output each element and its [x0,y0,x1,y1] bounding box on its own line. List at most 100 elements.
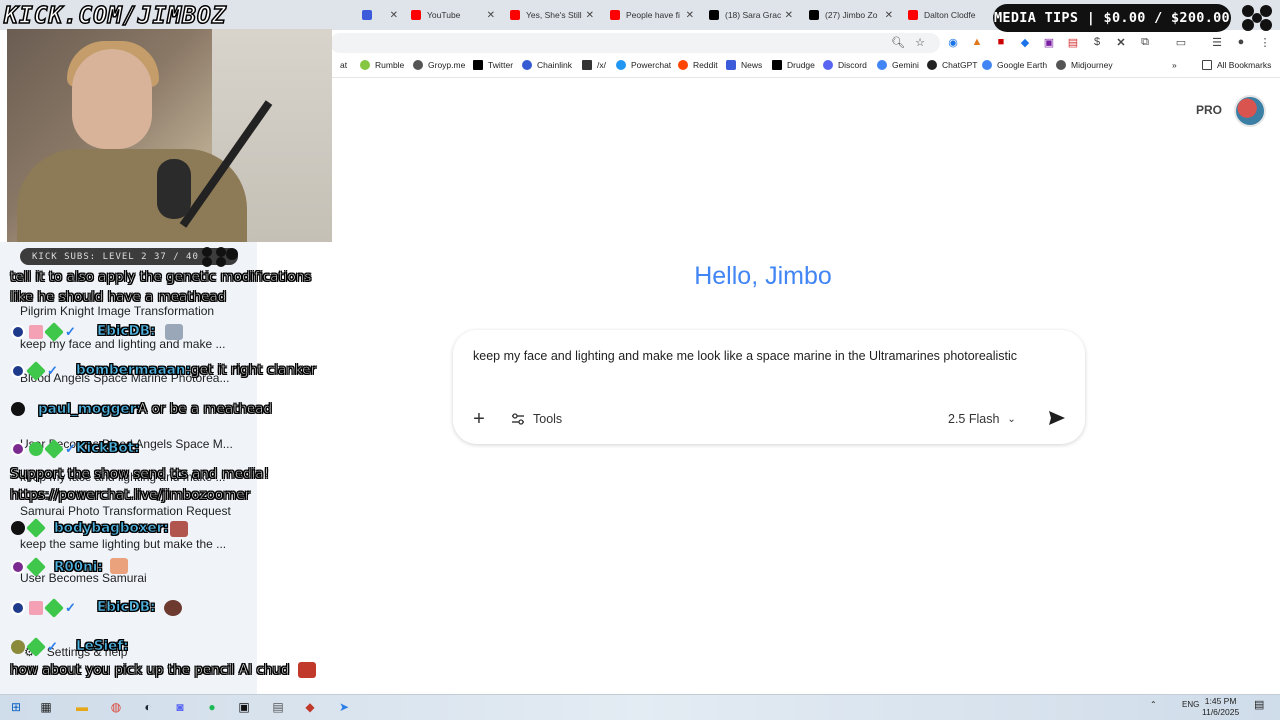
metamask-icon[interactable]: ▲ [970,35,984,49]
media-tips-text: MEDIA TIPS | $0.00 / $200.00 [994,10,1230,26]
language-indicator[interactable]: ENG [1182,700,1199,709]
bookmark-item[interactable]: Rumble [360,60,404,70]
bookmark-item[interactable]: Reddit [678,60,718,70]
more-bookmarks-button[interactable]: » [1172,60,1177,70]
plan-badge[interactable]: PRO [1196,103,1222,117]
bookmark-label: Twitter [488,60,514,70]
chevron-down-icon: ⌄ [1007,413,1016,425]
browser-tab[interactable]: People have fi ✕ [610,4,694,26]
folder-icon [1202,60,1212,70]
bookmark-item[interactable]: Chainlink [522,60,572,70]
kick-badge-icon [11,521,25,535]
avatar[interactable] [1234,95,1266,127]
bookmark-label: Midjourney [1071,60,1113,70]
star-icon[interactable]: ☆ [913,35,927,49]
send-button[interactable] [1044,405,1070,431]
bookmark-item[interactable]: Midjourney [1056,60,1113,70]
bookmark-item[interactable]: Twitter [473,60,513,70]
telegram-icon[interactable]: ➤ [336,699,352,715]
extension-icon[interactable]: ■ [994,35,1008,49]
reading-list-icon[interactable]: ☰ [1210,35,1224,49]
bookmark-item[interactable]: Google Earth [982,60,1047,70]
badge-icon [44,322,64,342]
app-icon[interactable]: ◆ [302,699,318,715]
clock[interactable]: 1:45 PM 11/6/2025 [1202,696,1239,718]
spotify-icon[interactable]: ● [204,699,220,715]
youtube-icon [411,10,421,20]
bookmark-item[interactable]: Discord [823,60,867,70]
cast-icon[interactable]: ◉ [946,35,960,49]
browser-tab[interactable]: (18) Sara Grac ✕ [709,4,793,26]
extension-icon[interactable]: $ [1090,35,1104,49]
google-earth-icon [982,60,992,70]
x-icon [709,10,719,20]
bookmark-item[interactable]: News [726,60,762,70]
tray-chevron-icon[interactable]: ⌃ [1150,700,1157,709]
close-icon[interactable]: ✕ [390,10,398,21]
chat-username: paul_mogger: [38,401,142,418]
close-icon[interactable]: ✕ [586,10,594,21]
sidebar-chat-item[interactable]: keep the same lighting but make the ... [20,537,235,551]
browser-tab[interactable]: YouTube ✕ [411,4,495,26]
bookmark-item[interactable]: at [340,60,347,70]
task-view-icon[interactable]: ▦ [38,699,54,715]
youtube-icon [510,10,520,20]
all-bookmarks-button[interactable]: All Bookmarks [1202,60,1271,70]
bookmark-label: Powerchat [631,60,672,70]
close-icon[interactable]: ✕ [487,10,495,21]
close-icon[interactable]: ✕ [885,10,893,21]
extension-icon[interactable]: ◆ [1018,35,1032,49]
bookmark-item[interactable]: Powerchat [616,60,671,70]
badge-icon [26,518,46,538]
reddit-icon [678,60,688,70]
steam-icon[interactable]: ◐ [140,699,156,715]
bookmark-item[interactable]: Groyp.me [413,60,465,70]
bookmark-label: Google Earth [997,60,1048,70]
bookmark-item[interactable]: Drudge [772,60,815,70]
discord-icon[interactable]: ◙ [172,699,188,715]
zoom-icon[interactable]: 🔍︎ [891,35,905,49]
chat-badges: ✓ [11,361,58,381]
address-bar[interactable] [330,33,940,53]
verified-icon: ✓ [65,324,76,339]
sidebar-chat-item[interactable]: User Becomes Samurai [20,571,235,585]
file-explorer-icon[interactable]: ▬ [74,699,90,715]
extension-icon[interactable]: ▣ [1042,35,1056,49]
bookmark-label: ChatGPT [942,60,978,70]
browser-tab[interactable]: Yes, She's Still ✕ [510,4,594,26]
browser-tab[interactable]: (27) Jimbo Zo ✕ [809,4,893,26]
prompt-input[interactable]: keep my face and lighting and make me lo… [473,346,1033,366]
chat-badges: ✓ [11,439,76,459]
extension-icon[interactable]: ▤ [1066,35,1080,49]
screen: ✕ YouTube ✕ Yes, She's Still ✕ People ha… [0,0,1280,720]
browser-tab[interactable]: Dalton Clodfe [908,4,988,26]
profile-icon[interactable]: ● [1234,35,1248,49]
sidebar-chat-item[interactable]: Samurai Photo Transformation Request [20,504,235,518]
terminal-icon[interactable]: ▣ [236,699,252,715]
menu-icon[interactable]: ⋮ [1258,35,1272,49]
puzzle-icon[interactable]: ⧉ [1138,35,1152,49]
close-icon[interactable]: ✕ [686,10,694,21]
bookmark-label: Groyp.me [428,60,466,70]
tab-search-icon[interactable]: ▭ [1174,35,1188,49]
model-selector[interactable]: 2.5 Flash ⌄ [948,409,1016,429]
add-button[interactable]: + [468,408,490,430]
tools-button[interactable]: Tools [511,409,562,429]
model-label: 2.5 Flash [948,412,1000,426]
chat-username: R00ni: [54,559,103,576]
notification-icon[interactable]: ▤ [1254,698,1264,711]
x-extension-icon[interactable]: ✕ [1114,35,1128,49]
bookmark-item[interactable]: /x/ [582,60,606,70]
close-icon[interactable]: ✕ [785,10,793,21]
chrome-icon[interactable]: ◍ [108,699,124,715]
webcam-feed [7,29,332,242]
bookmark-item[interactable]: Gemini [877,60,919,70]
tab-favicon-icon [362,10,372,20]
bookmark-item[interactable]: ChatGPT [927,60,977,70]
app-icon[interactable]: ▤ [270,699,286,715]
browser-tab-partial[interactable]: ✕ [362,4,398,26]
send-icon [1049,411,1065,425]
chat-username: bombermaaan: [76,362,191,379]
chat-message: Support the show send tts and media! htt… [10,466,270,504]
windows-start-icon[interactable]: ⊞ [8,699,24,715]
